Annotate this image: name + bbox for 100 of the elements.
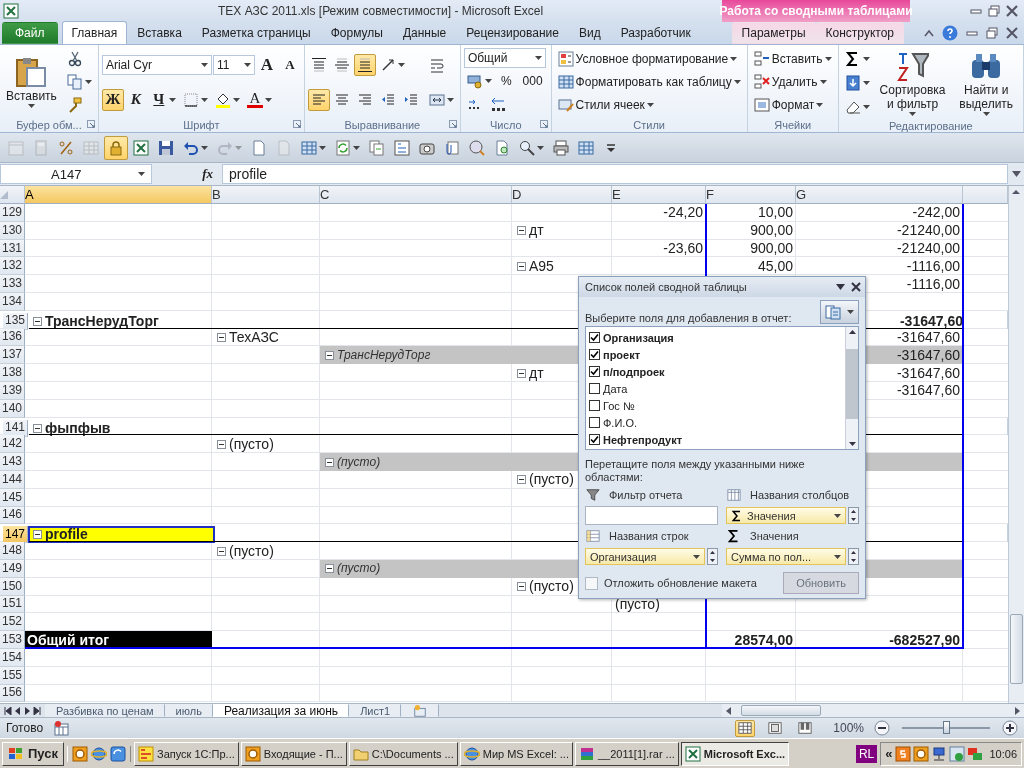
ribbon-tab[interactable]: Конструктор [815, 22, 904, 44]
field-list-item[interactable]: проект [589, 346, 842, 363]
group-label: Шрифт [183, 118, 220, 131]
ribbon-tab[interactable]: Вставка [127, 22, 192, 44]
ribbon-tab[interactable]: Формулы [320, 22, 393, 44]
delete-cells-button[interactable]: Удалить [750, 71, 830, 93]
row-header[interactable]: 129 [0, 204, 25, 222]
italic-button[interactable]: К [124, 88, 147, 111]
field-list-item[interactable]: Дата [589, 380, 842, 397]
table-cell: -1116,00 [906, 257, 960, 275]
number-format-field[interactable]: Общий [463, 48, 546, 68]
row-header[interactable]: 135 [3, 312, 28, 330]
field-list-item[interactable]: Нефтепродукт [589, 431, 842, 448]
sort-filter-button[interactable]: Сортировка и фильтр [876, 47, 949, 119]
font-name-field[interactable]: Arial Cyr [101, 54, 212, 75]
table-cell: 10,00 [757, 204, 793, 222]
column-header[interactable]: B [212, 186, 320, 204]
panel-title: Список полей сводной таблицы [585, 281, 747, 293]
cell-style-button[interactable]: Стили ячеек [554, 94, 657, 117]
field-list-item[interactable]: п/подпроек [589, 363, 842, 380]
start-button[interactable]: Пуск [2, 741, 64, 766]
language-indicator[interactable]: RL [855, 744, 878, 763]
ribbon-tab[interactable]: Параметры [731, 22, 816, 44]
insert-cells-button[interactable]: Вставить [750, 47, 835, 70]
row-header[interactable]: 137 [0, 346, 25, 365]
ribbon-tab[interactable]: Данные [392, 22, 457, 44]
area-field-button[interactable]: Значения [726, 507, 846, 524]
pivot-item-label: (пусто) [229, 542, 274, 560]
taskbar-button[interactable]: Мир MS Excel: ... [459, 741, 573, 766]
group-label: Ячейки [774, 118, 812, 131]
pivot-item-label: (пусто) [529, 578, 574, 596]
zoom-level[interactable]: 100% [833, 721, 864, 735]
table-cell: -1116,00 [906, 275, 960, 293]
shrink-font-button[interactable]: A [278, 53, 301, 76]
underline-button[interactable]: Ч [147, 88, 179, 111]
taskbar-button[interactable]: Microsoft Exc... [680, 741, 790, 766]
thousands-button[interactable]: 000 [517, 70, 548, 92]
row-header[interactable]: 133 [0, 275, 25, 293]
row-header[interactable]: 153 [0, 631, 25, 649]
row-header[interactable]: 138 [0, 364, 25, 382]
selected-cell[interactable]: profile [28, 526, 215, 544]
column-header[interactable]: D [512, 186, 612, 204]
font-color-button[interactable]: A [243, 88, 275, 111]
table-cell: -31647,60 [896, 382, 960, 400]
name-box[interactable]: A147 [0, 164, 152, 184]
taskbar-button[interactable]: Запуск 1С:Пр... [134, 741, 239, 766]
row-header[interactable]: 152 [0, 613, 25, 632]
field-list-item[interactable]: Гос № [589, 397, 842, 414]
field-list-item[interactable]: Ф.И.О. [589, 414, 842, 431]
format-cells-button[interactable]: Формат [750, 94, 827, 117]
grow-font-button[interactable]: A [255, 53, 278, 76]
pivot-item-label: ТрансНерудТорг [45, 312, 159, 330]
area-field-button[interactable]: Организация [585, 548, 705, 565]
ribbon-tab[interactable]: Главная [61, 21, 128, 44]
area-label: Фильтр отчета [609, 489, 683, 501]
percent-button[interactable]: % [495, 70, 517, 92]
show-hidden-icons-button[interactable]: « [884, 745, 894, 762]
column-header[interactable]: E [612, 186, 706, 204]
binoculars-button[interactable]: Найти и выделить [952, 47, 1020, 119]
group-label: Число [489, 118, 522, 131]
sheet-tab[interactable]: Реализация за июнь [212, 704, 350, 717]
sheet-tab[interactable]: июль [164, 704, 213, 717]
pivot-item-label: (пусто) [529, 471, 574, 489]
table-button[interactable]: Форматировать как таблицу [554, 71, 744, 93]
taskbar-button[interactable]: C:\Documents ... [348, 741, 458, 766]
row-header[interactable]: 142 [0, 435, 25, 454]
column-header[interactable]: F [706, 186, 796, 204]
pivot-item-label: дт [529, 222, 544, 240]
conditional-format-button[interactable]: Условное форматирование [554, 47, 741, 70]
pivot-item-label: (пусто) [337, 560, 381, 578]
taskbar-button[interactable]: __2011[1].rar ... [574, 741, 679, 766]
field-list-item[interactable]: Организация [589, 329, 842, 346]
taskbar-button[interactable]: Входящие - П... [240, 741, 347, 766]
row-header[interactable]: 147 [3, 526, 28, 544]
area-field-button[interactable]: Сумма по пол... [726, 548, 846, 565]
column-header[interactable]: A [25, 186, 212, 204]
column-header[interactable]: C [320, 186, 512, 204]
column-header[interactable]: G [796, 186, 963, 204]
table-cell: -31647,60 [899, 312, 963, 330]
formula-field[interactable]: profile [222, 164, 1008, 184]
row-header[interactable]: 141 [3, 419, 28, 437]
sheet-tab[interactable]: Разбивка по ценам [45, 704, 165, 717]
ribbon-tab[interactable]: Разработчик [610, 22, 701, 44]
ribbon-tab[interactable]: Вид [568, 22, 611, 44]
bold-button[interactable]: Ж [101, 88, 124, 111]
row-header[interactable]: 132 [0, 257, 25, 276]
font-size-field[interactable]: 11 [212, 54, 255, 75]
table-cell: 900,00 [750, 222, 793, 240]
ribbon-tab[interactable]: Разметка страницы [191, 22, 321, 44]
table-cell: -23,60 [663, 240, 703, 257]
row-header[interactable]: 148 [0, 542, 25, 560]
ribbon-tab[interactable]: Рецензирование [456, 22, 569, 44]
insert-function-button[interactable]: fx [201, 165, 214, 183]
row-header[interactable]: 143 [0, 453, 25, 471]
area-label: Значения [750, 530, 799, 542]
clipboard-button[interactable]: Вставить [3, 53, 60, 111]
sheet-tab[interactable]: Лист1 [349, 704, 402, 717]
ribbon-tab[interactable]: Файл [2, 22, 58, 44]
group-label: Стили [633, 118, 665, 131]
group-label: Редактирование [888, 119, 973, 132]
